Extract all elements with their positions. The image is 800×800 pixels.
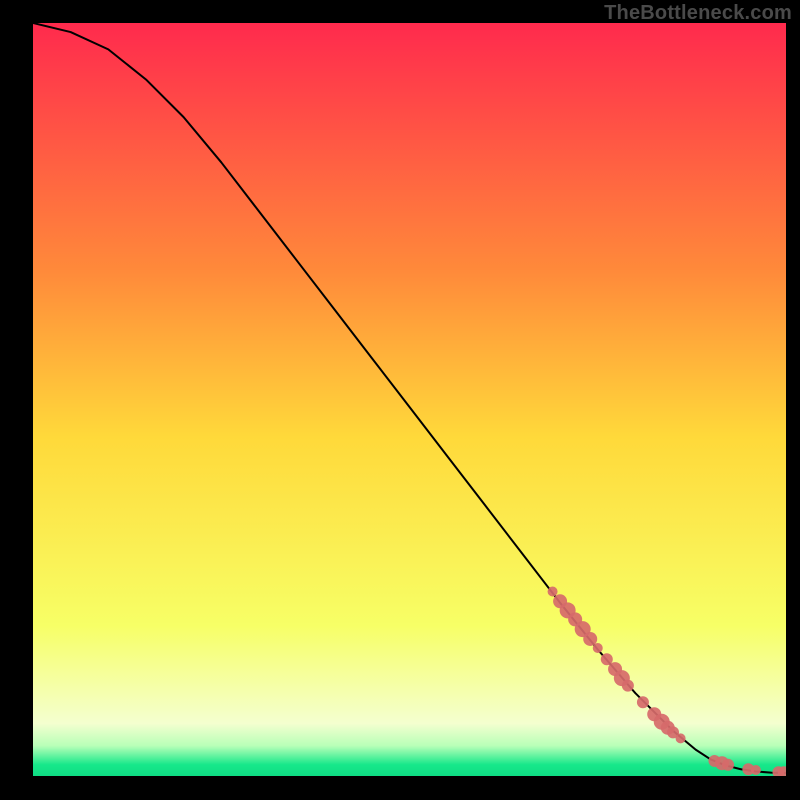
data-point (676, 733, 686, 743)
chart-stage: TheBottleneck.com (0, 0, 800, 800)
data-point (548, 587, 558, 597)
plot-svg (33, 23, 786, 776)
plot-area (33, 23, 786, 776)
data-point (593, 643, 603, 653)
gradient-background (33, 23, 786, 776)
data-point (622, 680, 634, 692)
data-point (637, 696, 649, 708)
data-point (722, 759, 734, 771)
data-point (751, 765, 761, 775)
watermark-text: TheBottleneck.com (604, 2, 792, 25)
